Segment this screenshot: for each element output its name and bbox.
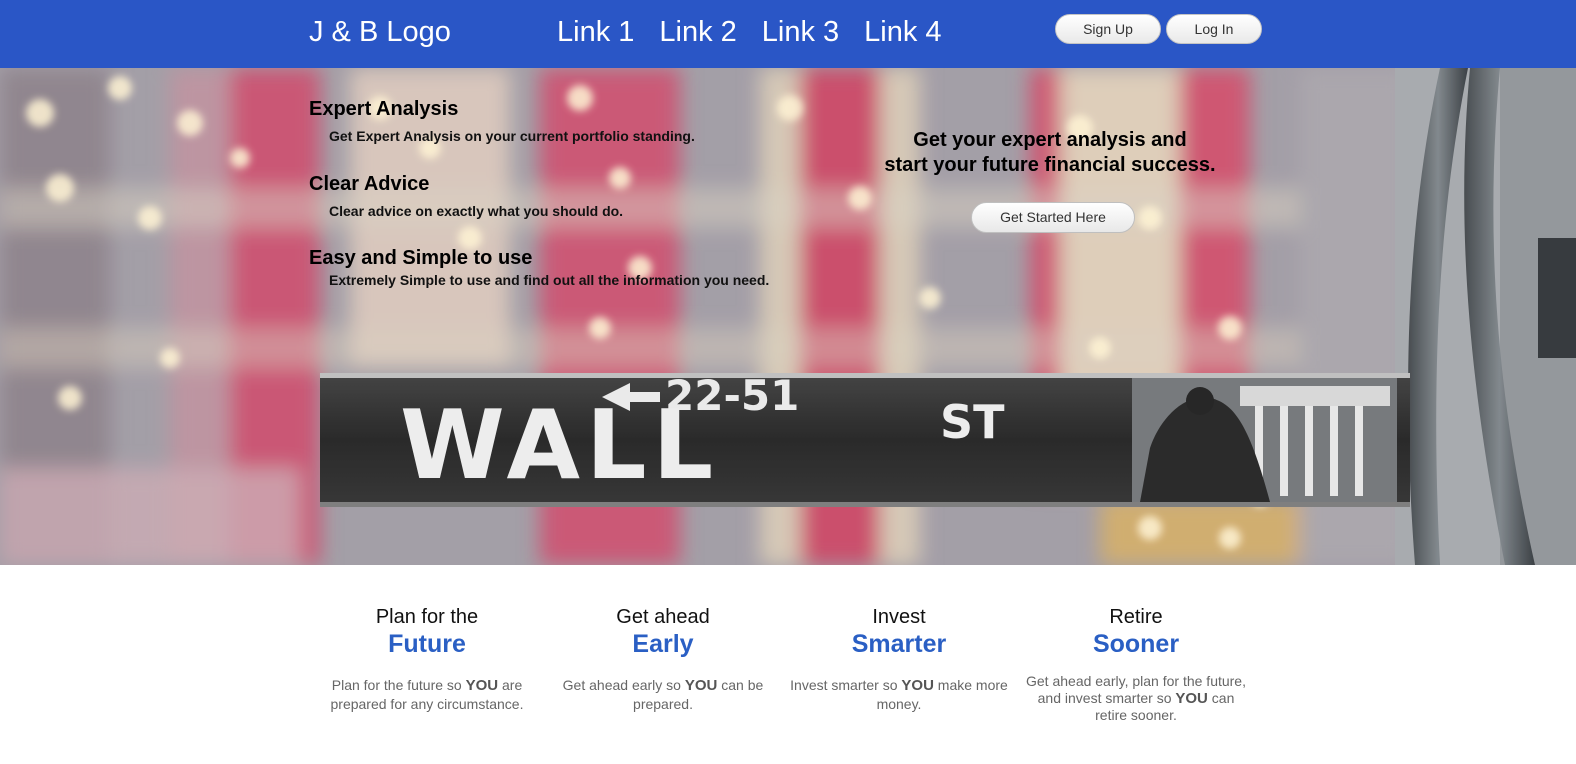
main-nav: Link 1 Link 2 Link 3 Link 4 [557,14,967,50]
benefit-description: Invest smarter so YOU make more money. [790,677,1008,712]
wall-street-background-image: 22-51 WALL ST [0,68,1576,565]
site-logo[interactable]: J & B Logo [309,14,451,50]
benefit-column-sooner: Retire Sooner Get ahead early, plan for … [1026,606,1246,724]
top-header: J & B Logo Link 1 Link 2 Link 3 Link 4 S… [0,0,1576,68]
nav-link-2[interactable]: Link 2 [659,14,736,50]
feature-title-easy-simple: Easy and Simple to use [309,247,533,269]
benefit-description: Plan for the future so YOU are prepared … [330,677,524,712]
benefit-heading: Get ahead [616,606,710,628]
get-started-button[interactable]: Get Started Here [971,202,1135,233]
benefit-heading: Invest [872,606,926,628]
benefit-highlight: Smarter [851,630,947,658]
nav-link-4[interactable]: Link 4 [864,14,941,50]
log-in-button[interactable]: Log In [1166,14,1262,44]
feature-title-expert-analysis: Expert Analysis [309,98,459,120]
benefit-description: Get ahead early so YOU can be prepared. [562,677,764,712]
feature-desc-expert-analysis: Get Expert Analysis on your current port… [329,128,695,144]
cta-headline: Get your expert analysis and start your … [860,128,1240,178]
hero-banner: 22-51 WALL ST Expert Analysis Get Expert… [0,68,1576,565]
benefit-column-smarter: Invest Smarter Invest smarter so YOU mak… [789,606,1009,714]
benefit-heading: Plan for the [375,606,479,628]
cta-line-1: Get your expert analysis and [913,129,1187,151]
nav-link-3[interactable]: Link 3 [762,14,839,50]
sign-up-button[interactable]: Sign Up [1055,14,1161,44]
feature-title-clear-advice: Clear Advice [309,173,430,195]
nav-link-1[interactable]: Link 1 [557,14,634,50]
cta-line-2: start your future financial success. [884,154,1216,176]
feature-desc-easy-simple: Extremely Simple to use and find out all… [329,272,770,288]
benefit-description: Get ahead early, plan for the future, an… [1026,673,1246,723]
benefit-heading: Retire [1109,606,1163,628]
benefit-column-future: Plan for the Future Plan for the future … [317,606,537,714]
benefit-highlight: Early [632,630,694,658]
feature-desc-clear-advice: Clear advice on exactly what you should … [329,203,624,219]
benefit-highlight: Future [388,630,466,658]
benefit-highlight: Sooner [1092,630,1180,658]
benefit-column-early: Get ahead Early Get ahead early so YOU c… [553,606,773,714]
